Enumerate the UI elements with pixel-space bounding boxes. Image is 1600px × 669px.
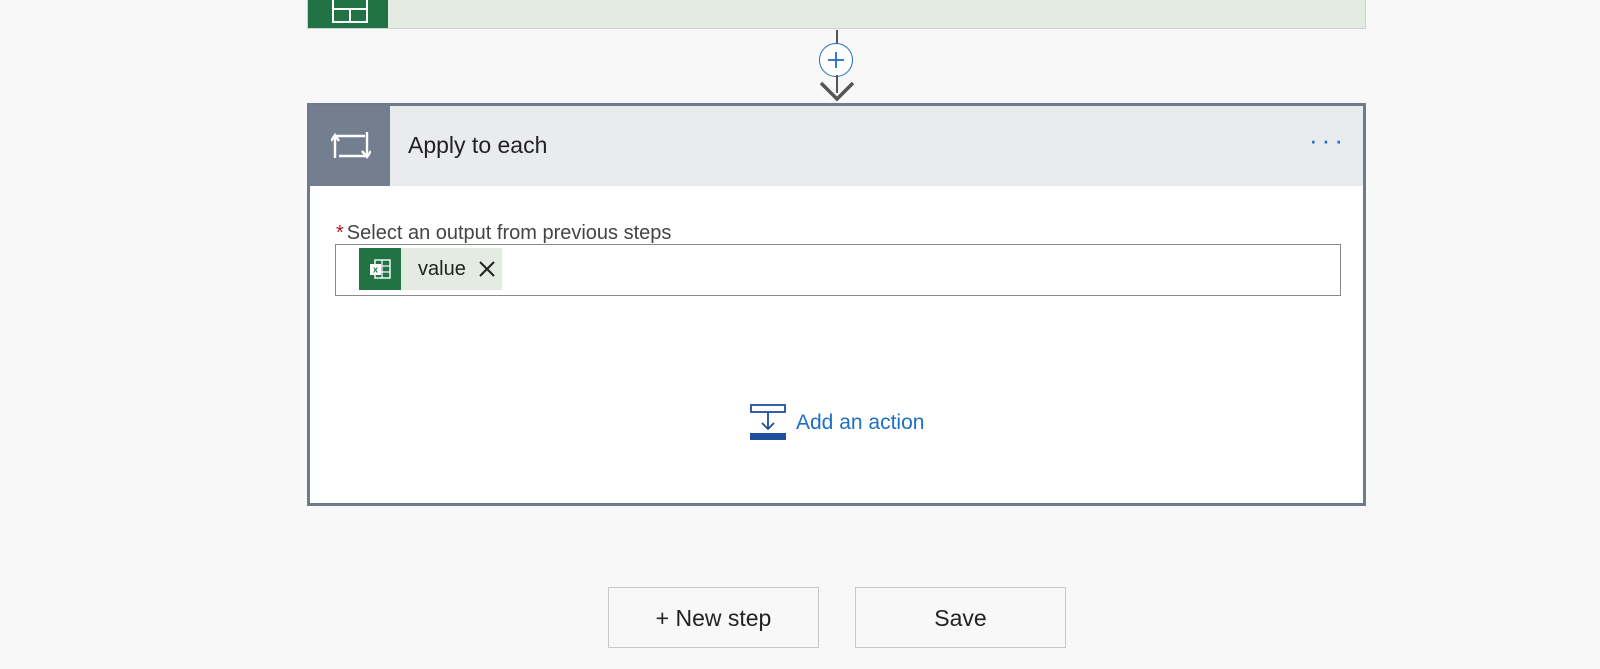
required-mark: * — [336, 222, 344, 244]
more-icon[interactable]: ··· — [1303, 127, 1353, 162]
loop-icon — [310, 106, 390, 186]
arrow-down-icon — [819, 81, 855, 102]
dynamic-content-token[interactable]: x value — [359, 248, 502, 290]
field-label-text: Select an output from previous steps — [346, 222, 672, 244]
field-label: * Select an output from previous steps — [336, 222, 671, 245]
add-action-label: Add an action — [796, 411, 925, 434]
save-button[interactable]: Save — [855, 587, 1066, 648]
card-title: Apply to each — [408, 132, 548, 158]
excel-icon: x — [359, 248, 401, 290]
svg-text:x: x — [373, 265, 378, 275]
token-label: value — [418, 258, 466, 280]
insert-step-button[interactable] — [819, 43, 853, 77]
previous-output-input[interactable]: x value — [335, 244, 1341, 296]
previous-action-card[interactable] — [307, 0, 1366, 29]
new-step-button[interactable]: + New step — [608, 587, 819, 648]
add-action-icon — [750, 404, 786, 440]
apply-to-each-card: Apply to each ··· * Select an output from… — [307, 103, 1366, 506]
card-header[interactable]: Apply to each ··· — [310, 106, 1363, 186]
plus-icon — [828, 52, 844, 68]
close-icon[interactable] — [477, 257, 497, 279]
excel-icon — [308, 0, 388, 28]
